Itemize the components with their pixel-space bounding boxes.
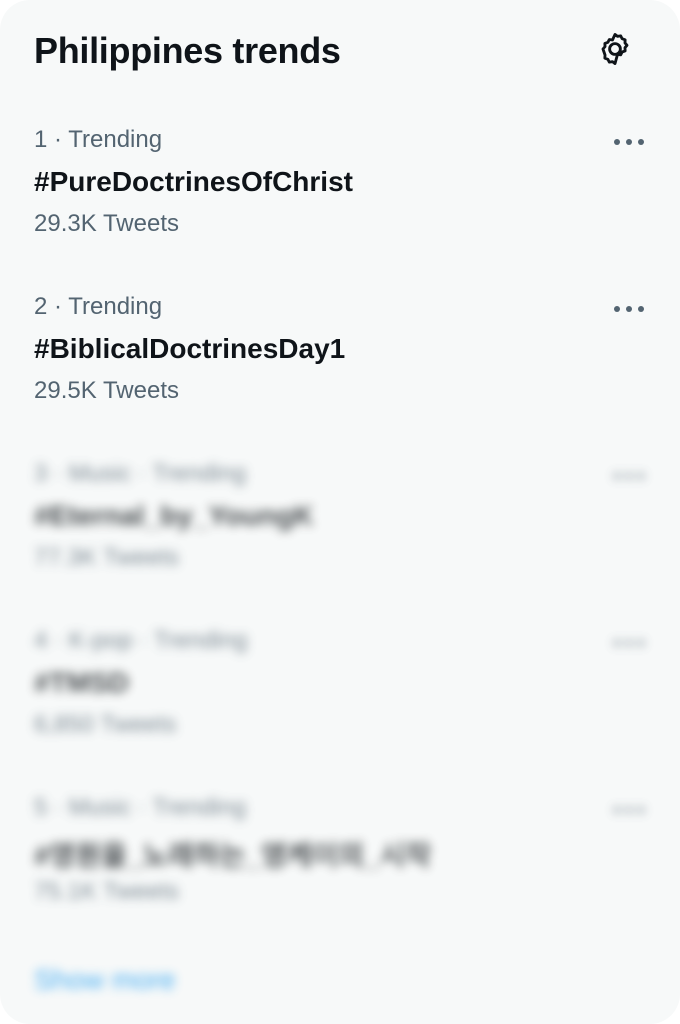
trend-name: #BiblicalDoctrinesDay1 (34, 333, 346, 364)
trend-meta: 4 · K-pop · Trending (34, 627, 248, 654)
trend-item[interactable]: 2 · Trending #BiblicalDoctrinesDay1 29.5… (0, 293, 680, 453)
trend-count: 29.3K Tweets (34, 210, 179, 237)
trend-item[interactable]: 3 · Music · Trending #Eternal_by_YoungK … (0, 460, 680, 620)
more-options-icon[interactable] (612, 464, 646, 488)
trend-meta: 1 · Trending (34, 126, 163, 153)
more-options-icon[interactable] (612, 130, 646, 154)
trend-meta: 2 · Trending (34, 293, 163, 320)
trend-count: 75.1K Tweets (34, 878, 179, 905)
trend-count: 29.5K Tweets (34, 377, 179, 404)
trend-name: #영원을_노래하는_영케이의_시작 (34, 840, 432, 871)
trend-name: #PureDoctrinesOfChrist (34, 166, 353, 197)
trend-item[interactable]: 1 · Trending #PureDoctrinesOfChrist 29.3… (0, 126, 680, 286)
trend-meta: 3 · Music · Trending (34, 460, 247, 487)
trends-header: Philippines trends (34, 24, 646, 80)
trends-title: Philippines trends (34, 30, 341, 71)
more-options-icon[interactable] (612, 297, 646, 321)
trend-name: #Eternal_by_YoungK (34, 500, 314, 531)
gear-icon[interactable] (596, 30, 634, 68)
trend-name: #TMSD (34, 667, 129, 698)
trend-count: 6,850 Tweets (34, 711, 177, 738)
trend-item[interactable]: 4 · K-pop · Trending #TMSD 6,850 Tweets (0, 627, 680, 787)
trend-item[interactable]: 5 · Music · Trending #영원을_노래하는_영케이의_시작 7… (0, 794, 680, 954)
trend-meta: 5 · Music · Trending (34, 794, 247, 821)
trends-card: Philippines trends 1 · Trending #PureDoc… (0, 0, 680, 1024)
more-options-icon[interactable] (612, 798, 646, 822)
trend-count: 77.3K Tweets (34, 544, 179, 571)
more-options-icon[interactable] (612, 631, 646, 655)
show-more-link[interactable]: Show more (34, 964, 176, 996)
